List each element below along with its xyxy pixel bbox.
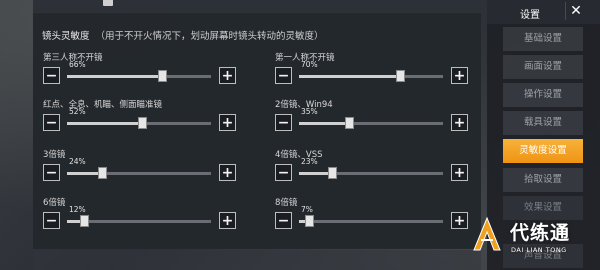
slider-track[interactable] [67,117,211,129]
increase-button[interactable]: + [219,212,236,229]
increase-button[interactable]: + [451,164,468,181]
slider-thumb[interactable] [158,70,168,82]
slider-value: 35% [301,107,318,116]
slider-thumb[interactable] [395,70,405,82]
nav-sensitivity-settings[interactable]: 灵敏度设置 [503,139,583,163]
slider-track[interactable] [299,215,443,227]
section-title-text: 镜头灵敏度 [42,31,90,42]
slider-red-dot-holo: 红点、全息、机瞄、侧面瞄准镜 − 52% + [43,98,243,138]
nav-pickup-settings[interactable]: 拾取设置 [503,168,583,192]
increase-button[interactable]: + [219,67,236,84]
slider-label: 6倍镜 [43,198,66,208]
slider-fill [67,172,102,175]
slider-label: 3倍镜 [43,150,66,160]
slider-label: 红点、全息、机瞄、侧面瞄准镜 [43,100,163,110]
slider-fill [67,122,142,125]
slider-thumb[interactable] [345,117,355,129]
increase-button[interactable]: + [451,114,468,131]
slider-3x: 3倍镜 − 24% + [43,148,243,188]
section-subtitle: （用于不开火情况下，划动屏幕时镜头转动的灵敏度） [95,31,324,42]
slider-track[interactable] [299,117,443,129]
decrease-button[interactable]: − [275,67,292,84]
camera-sensitivity-section: 镜头灵敏度 （用于不开火情况下，划动屏幕时镜头转动的灵敏度） 第三人称不开镜 − … [33,12,481,249]
watermark-brand-en: DAI LIAN TONG [511,246,567,254]
decrease-button[interactable]: − [43,114,60,131]
slider-2x-win94: 2倍镜、Win94 − 35% + [275,98,475,138]
slider-track[interactable] [67,215,211,227]
next-section-partial [33,250,481,270]
slider-track[interactable] [299,70,443,82]
slider-value: 52% [69,107,86,116]
increase-button[interactable]: + [451,67,468,84]
sidebar-title: 设置 [520,10,540,21]
watermark-brand-cn: 代练通 [510,222,571,244]
increase-button[interactable]: + [219,164,236,181]
slider-fill [67,75,163,78]
slider-8x: 8倍镜 − 7% + [275,196,475,236]
slider-fill [299,75,400,78]
slider-third-person-no-scope: 第三人称不开镜 − 66% + [43,51,243,91]
slider-thumb[interactable] [137,117,147,129]
slider-value: 66% [69,60,86,69]
slider-track[interactable] [299,167,443,179]
slider-value: 7% [301,205,313,214]
decrease-button[interactable]: − [275,212,292,229]
increase-button[interactable]: + [219,114,236,131]
watermark-logo: 代练通 DAI LIAN TONG [466,210,600,270]
slider-fill [299,122,350,125]
slider-thumb[interactable] [328,167,338,179]
nav-controls-settings[interactable]: 操作设置 [503,83,583,107]
decrease-button[interactable]: − [43,67,60,84]
slider-value: 24% [69,157,86,166]
decrease-button[interactable]: − [275,164,292,181]
slider-thumb[interactable] [305,215,315,227]
decrease-button[interactable]: − [275,114,292,131]
slider-4x-vss: 4倍镜、VSS − 23% + [275,148,475,188]
slider-value: 23% [301,157,318,166]
slider-thumb-partial[interactable] [103,0,113,6]
nav-basic-settings[interactable]: 基础设置 [503,27,583,51]
slider-value: 12% [69,205,86,214]
slider-6x: 6倍镜 − 12% + [43,196,243,236]
nav-vehicle-settings[interactable]: 载具设置 [503,111,583,135]
slider-track[interactable] [67,70,211,82]
logo-mark-icon [473,216,501,251]
slider-value: 70% [301,60,318,69]
slider-track[interactable] [67,167,211,179]
nav-graphics-settings[interactable]: 画面设置 [503,55,583,79]
slider-thumb[interactable] [97,167,107,179]
sidebar-header: 设置 ✕ [487,0,600,24]
previous-slider-partial [33,0,481,12]
slider-first-person-no-scope: 第一人称不开镜 − 70% + [275,51,475,91]
slider-thumb[interactable] [80,215,90,227]
section-title: 镜头灵敏度 （用于不开火情况下，划动屏幕时镜头转动的灵敏度） [42,28,324,42]
decrease-button[interactable]: − [43,212,60,229]
close-button[interactable]: ✕ [565,2,586,20]
decrease-button[interactable]: − [43,164,60,181]
slider-label: 8倍镜 [275,198,298,208]
